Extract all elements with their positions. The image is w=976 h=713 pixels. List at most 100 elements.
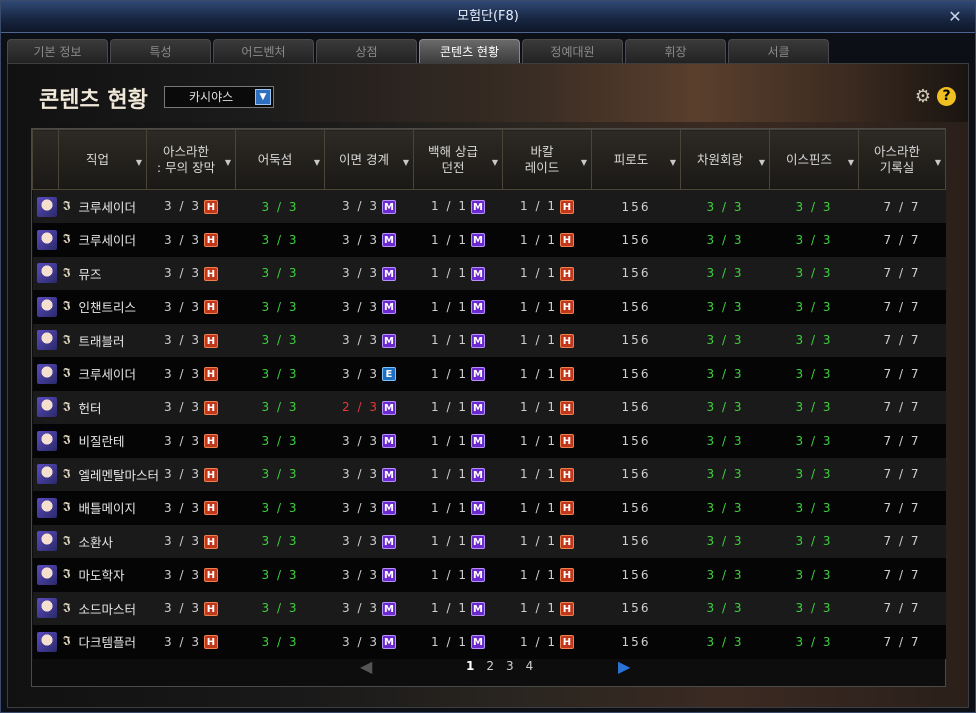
asrahan-count: 3 / 3 xyxy=(164,433,201,448)
sort-arrow-icon[interactable]: ▼ xyxy=(581,155,587,171)
table-row[interactable]: 𝕴 헌터 3 / 3H3 / 32 / 3M1 / 1M1 / 1 H 156 3 / 3… xyxy=(32,390,946,424)
master-badge: M xyxy=(470,400,485,415)
table-row[interactable]: 𝕴 비질란테 3 / 3H3 / 33 / 3M1 / 1M1 / 1 H 156 3 /… xyxy=(32,424,946,458)
tab-4[interactable]: 콘텐츠 현황 xyxy=(419,39,520,63)
column-header-0[interactable]: 직업 ▼ xyxy=(58,129,147,190)
table-row[interactable]: 𝕴 트래블러 3 / 3H3 / 33 / 3M1 / 1M1 / 1 H 156 3 /… xyxy=(32,323,946,357)
sort-arrow-icon[interactable]: ▼ xyxy=(759,155,765,171)
sort-arrow-icon[interactable]: ▼ xyxy=(225,155,231,171)
character-avatar xyxy=(36,464,57,485)
table-row[interactable]: 𝕴 인챈트리스 3 / 3H3 / 33 / 3M1 / 1M1 / 1 H 156 3 … xyxy=(32,290,946,324)
tab-5[interactable]: 정예대원 xyxy=(522,39,623,63)
record-cell: 7 / 7 xyxy=(858,491,946,525)
dark-island-count: 3 / 3 xyxy=(261,333,299,348)
column-header-4[interactable]: 백해 상급 던전 ▼ xyxy=(413,129,503,190)
column-header-7[interactable]: 차원회랑 ▼ xyxy=(680,129,770,190)
fatigue-cell: 156 xyxy=(591,424,681,458)
hard-badge: H xyxy=(559,635,574,649)
dark-island-count: 3 / 3 xyxy=(261,199,299,214)
boundary-count: 3 / 3 xyxy=(342,634,379,649)
sort-arrow-icon[interactable]: ▼ xyxy=(492,155,498,171)
guild-emblem-icon: 𝕴 xyxy=(62,265,71,281)
sort-arrow-icon[interactable]: ▼ xyxy=(136,155,142,171)
asrahan-cell: 3 / 3H xyxy=(146,491,236,525)
baekhae-cell: 1 / 1M xyxy=(413,491,503,525)
tab-1[interactable]: 특성 xyxy=(110,39,211,63)
boundary-cell: 3 / 3M xyxy=(324,424,414,458)
character-cell: 𝕴 크루세이더 xyxy=(32,189,147,223)
record-cell: 7 / 7 xyxy=(858,424,946,458)
boundary-cell: 3 / 3M xyxy=(324,524,414,558)
fatigue-cell: 156 xyxy=(591,491,681,525)
difficulty-badge: M xyxy=(381,400,396,415)
table-row[interactable]: 𝕴 크루세이더 3 / 3H3 / 33 / 3M1 / 1M1 / 1 H 156 3 … xyxy=(32,223,946,257)
table-row[interactable]: 𝕴 크루세이더 3 / 3H3 / 33 / 3E1 / 1M1 / 1 H 156 3 … xyxy=(32,357,946,391)
close-icon[interactable]: ✕ xyxy=(945,1,965,33)
asrahan-cell: 3 / 3H xyxy=(146,290,236,324)
page-number[interactable]: 4 xyxy=(526,659,534,673)
tab-6[interactable]: 휘장 xyxy=(625,39,726,63)
column-header-5[interactable]: 바칼 레이드 ▼ xyxy=(502,129,592,190)
page-number[interactable]: 3 xyxy=(506,659,514,673)
ispins-cell: 3 / 3 xyxy=(769,524,859,558)
dimension-count: 3 / 3 xyxy=(706,366,744,381)
column-header-1[interactable]: 아스라한: 무의 장막 ▼ xyxy=(146,129,236,190)
sort-arrow-icon[interactable]: ▼ xyxy=(670,155,676,171)
column-header-3[interactable]: 이면 경계 ▼ xyxy=(324,129,414,190)
sort-arrow-icon[interactable]: ▼ xyxy=(403,155,409,171)
record-count: 7 / 7 xyxy=(883,299,921,314)
table-row[interactable]: 𝕴 소드마스터 3 / 3H3 / 33 / 3M1 / 1M1 / 1 H 156 3 … xyxy=(32,591,946,625)
master-badge: M xyxy=(470,434,485,448)
bakal-cell: 1 / 1H xyxy=(502,223,592,257)
tab-7[interactable]: 서클 xyxy=(728,39,829,63)
table-row[interactable]: 𝕴 엘레멘탈마스터 3 / 3H3 / 33 / 3M1 / 1M1 / 1 H 156… xyxy=(32,457,946,491)
column-header-6[interactable]: 피로도 ▼ xyxy=(591,129,681,190)
table-row[interactable]: 𝕴 뮤즈 3 / 3H3 / 33 / 3M1 / 1M1 / 1 H 156 3 / 3… xyxy=(32,256,946,290)
gear-icon[interactable]: ⚙ xyxy=(913,87,933,107)
page-number[interactable]: 2 xyxy=(486,659,494,673)
dark-island-count: 3 / 3 xyxy=(261,299,299,314)
prev-page-arrow-icon[interactable]: ◀ xyxy=(360,657,372,676)
table-row[interactable]: 𝕴 소환사 3 / 3H3 / 33 / 3M1 / 1M1 / 1 H 156 3 / … xyxy=(32,524,946,558)
server-dropdown[interactable]: 카시야스 ▼ xyxy=(164,86,274,108)
baekhae-count: 1 / 1 xyxy=(431,333,468,347)
fatigue-cell: 156 xyxy=(591,189,681,223)
dark-island-count: 3 / 3 xyxy=(261,601,299,616)
table-row[interactable]: 𝕴 마도학자 3 / 3H3 / 33 / 3M1 / 1M1 / 1 H 156 3 /… xyxy=(32,558,946,592)
record-count: 7 / 7 xyxy=(883,232,921,247)
dimension-cell: 3 / 3 xyxy=(680,189,770,223)
window-titlebar[interactable]: 모험단(F8) ✕ xyxy=(1,1,975,33)
column-header-8[interactable]: 이스핀즈 ▼ xyxy=(769,129,859,190)
dark-island-cell: 3 / 3 xyxy=(235,189,325,223)
baekhae-count: 1 / 1 xyxy=(431,366,468,381)
chevron-down-icon[interactable]: ▼ xyxy=(255,89,271,105)
asrahan-count: 3 / 3 xyxy=(164,266,201,280)
sort-arrow-icon[interactable]: ▼ xyxy=(848,155,854,171)
hard-badge: H xyxy=(203,300,218,314)
column-header-2[interactable]: 어둑섬 ▼ xyxy=(235,129,325,190)
tab-3[interactable]: 상점 xyxy=(316,39,417,63)
fatigue-value: 156 xyxy=(621,366,651,381)
difficulty-badge: M xyxy=(381,534,396,549)
table-row[interactable]: 𝕴 배틀메이지 3 / 3H3 / 33 / 3M1 / 1M1 / 1 H 156 3 … xyxy=(32,491,946,525)
record-cell: 7 / 7 xyxy=(858,558,946,592)
bakal-count: 1 / 1 xyxy=(520,500,557,515)
table-row[interactable]: 𝕴 크루세이더 3 / 3H3 / 33 / 3M1 / 1M1 / 1 H 156 3 … xyxy=(32,189,946,223)
adventure-window: 모험단(F8) ✕ 기본 정보 특성 어드벤처 상점 콘텐츠 현황 정예대원 휘장 서클 콘텐… xyxy=(0,0,976,713)
asrahan-cell: 3 / 3H xyxy=(146,223,236,257)
sort-arrow-icon[interactable]: ▼ xyxy=(314,155,320,171)
tab-2[interactable]: 어드벤처 xyxy=(213,39,314,63)
sort-arrow-icon[interactable]: ▼ xyxy=(935,155,941,171)
help-icon[interactable]: ? xyxy=(937,87,956,106)
record-count: 7 / 7 xyxy=(883,467,921,482)
character-job: 마도학자 xyxy=(78,568,125,584)
record-count: 7 / 7 xyxy=(883,634,921,649)
baekhae-cell: 1 / 1M xyxy=(413,189,503,223)
tab-0[interactable]: 기본 정보 xyxy=(7,39,108,63)
page-number[interactable]: 1 xyxy=(466,659,474,673)
ispins-count: 3 / 3 xyxy=(795,467,833,482)
next-page-arrow-icon[interactable]: ▶ xyxy=(618,657,630,676)
column-header-9[interactable]: 아스라한 기록실 ▼ xyxy=(858,129,946,190)
character-avatar xyxy=(36,631,57,652)
fatigue-cell: 156 xyxy=(591,357,681,391)
